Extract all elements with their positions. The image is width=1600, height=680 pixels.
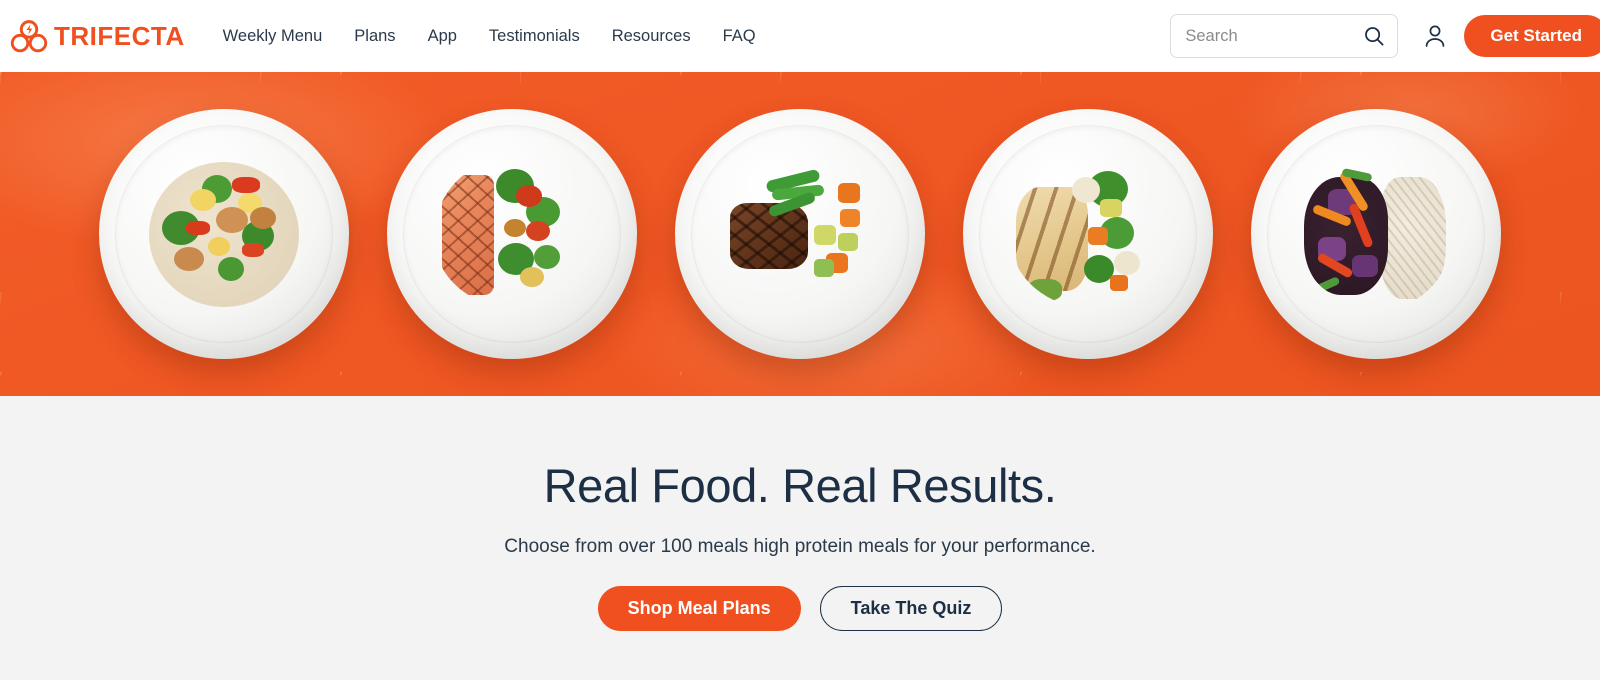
- page-title: Real Food. Real Results.: [543, 459, 1057, 512]
- hero-plate-2: [387, 109, 637, 359]
- hero-plate-5-food: [1298, 159, 1454, 309]
- hero-plate-4-food: [1010, 159, 1166, 309]
- nav-item-resources[interactable]: Resources: [612, 28, 691, 45]
- search-icon[interactable]: [1363, 25, 1385, 47]
- hero-plate-2-food: [434, 159, 590, 309]
- search-input[interactable]: [1185, 26, 1364, 46]
- nav-item-weekly-menu[interactable]: Weekly Menu: [223, 28, 323, 45]
- get-started-button[interactable]: Get Started: [1464, 15, 1600, 57]
- hero-plate-1: [99, 109, 349, 359]
- hero-plate-row: [0, 72, 1600, 396]
- hero-plate-3-food: [722, 159, 878, 309]
- hero-copy-section: Real Food. Real Results. Choose from ove…: [0, 396, 1600, 680]
- hero-plate-4: [963, 109, 1213, 359]
- header-actions: Get Started: [1170, 14, 1600, 58]
- brand-logo[interactable]: TRIFECTA: [10, 19, 213, 53]
- brand-wordmark: TRIFECTA: [54, 20, 185, 51]
- nav-item-testimonials[interactable]: Testimonials: [489, 28, 580, 45]
- hero-plate-1-food: [146, 159, 302, 309]
- nav-item-app[interactable]: App: [428, 28, 457, 45]
- hero-plate-5: [1251, 109, 1501, 359]
- shop-meal-plans-button[interactable]: Shop Meal Plans: [597, 585, 801, 631]
- site-header: TRIFECTA Weekly Menu Plans App Testimoni…: [0, 0, 1600, 72]
- user-account-icon[interactable]: [1422, 23, 1448, 49]
- nav-item-plans[interactable]: Plans: [354, 28, 395, 45]
- take-the-quiz-button[interactable]: Take The Quiz: [819, 585, 1003, 631]
- main-navigation: Weekly Menu Plans App Testimonials Resou…: [223, 28, 756, 45]
- hero-banner: [0, 72, 1600, 396]
- cta-button-row: Shop Meal Plans Take The Quiz: [597, 585, 1003, 631]
- search-box[interactable]: [1170, 14, 1399, 58]
- hero-plate-3: [675, 109, 925, 359]
- nav-item-faq[interactable]: FAQ: [723, 28, 756, 45]
- page-subtitle: Choose from over 100 meals high protein …: [504, 535, 1096, 557]
- trifecta-trefoil-bolt-icon: [10, 19, 48, 53]
